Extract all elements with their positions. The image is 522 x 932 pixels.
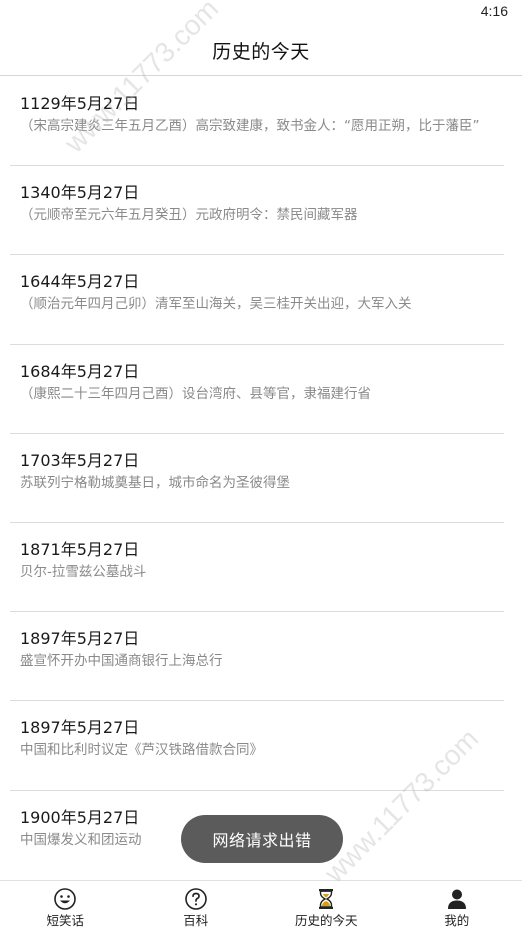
event-date: 1897年5月27日 [20, 629, 140, 649]
nav-item-jokes[interactable]: 短笑话 [0, 881, 131, 932]
event-description: （元顺帝至元六年五月癸丑）元政府明令：禁民间藏军器 [20, 207, 358, 224]
nav-label: 百科 [183, 913, 209, 928]
error-toast: 网络请求出错 [181, 815, 343, 863]
status-time: 4:16 [480, 3, 508, 19]
event-date: 1684年5月27日 [20, 361, 140, 381]
hourglass-icon [319, 889, 334, 909]
event-date: 1340年5月27日 [20, 183, 140, 203]
bottom-nav: 短笑话 百科 历史的今天 我的 [0, 880, 522, 932]
list-item[interactable]: 1871年5月27日 贝尔-拉雪兹公墓战斗 [0, 523, 522, 613]
list-item[interactable]: 1897年5月27日 盛宣怀开办中国通商银行上海总行 [0, 612, 522, 702]
page-title: 历史的今天 [212, 41, 310, 63]
event-description: 苏联列宁格勒城奠基日，城市命名为圣彼得堡 [20, 474, 290, 491]
nav-label: 我的 [444, 913, 470, 928]
event-description: 盛宣怀开办中国通商银行上海总行 [20, 653, 223, 670]
event-description: （顺治元年四月己卯）清军至山海关，吴三桂开关出迎，大军入关 [20, 296, 412, 313]
list-item[interactable]: 1703年5月27日 苏联列宁格勒城奠基日，城市命名为圣彼得堡 [0, 434, 522, 524]
status-bar: 4:16 [0, 0, 522, 26]
app-header: 历史的今天 [0, 26, 522, 76]
question-circle-icon [184, 888, 207, 910]
event-date: 1703年5月27日 [20, 450, 140, 470]
event-description: 贝尔-拉雪兹公墓战斗 [20, 563, 147, 580]
smiley-face-icon [54, 888, 77, 910]
list-item[interactable]: 1129年5月27日 （宋高宗建炎三年五月乙酉）高宗致建康，致书金人：“愿用正朔… [0, 77, 522, 167]
event-description: 中国和比利时议定《芦汉铁路借款合同》 [20, 742, 263, 759]
event-description: （康熙二十三年四月己酉）设台湾府、县等官，隶福建行省 [20, 385, 371, 402]
event-date: 1129年5月27日 [20, 94, 140, 113]
nav-item-mine[interactable]: 我的 [392, 881, 522, 932]
nav-item-encyclopedia[interactable]: 百科 [131, 881, 262, 932]
event-date: 1897年5月27日 [20, 718, 140, 738]
event-date: 1871年5月27日 [20, 539, 140, 559]
nav-label: 历史的今天 [294, 913, 358, 928]
person-icon [447, 889, 466, 909]
list-item[interactable]: 1684年5月27日 （康熙二十三年四月己酉）设台湾府、县等官，隶福建行省 [0, 345, 522, 434]
app-screen: 4:16 历史的今天 1129年5月27日 （宋高宗建炎三年五月乙酉）高宗致建康… [0, 0, 522, 932]
event-list: 1129年5月27日 （宋高宗建炎三年五月乙酉）高宗致建康，致书金人：“愿用正朔… [0, 77, 522, 880]
nav-item-history-today[interactable]: 历史的今天 [261, 881, 392, 932]
event-date: 1644年5月27日 [20, 272, 140, 292]
list-item[interactable]: 1644年5月27日 （顺治元年四月己卯）清军至山海关，吴三桂开关出迎，大军入关 [0, 255, 522, 345]
event-description: （宋高宗建炎三年五月乙酉）高宗致建康，致书金人：“愿用正朔，比于藩臣” [20, 118, 480, 134]
nav-label: 短笑话 [46, 913, 84, 928]
list-item[interactable]: 1340年5月27日 （元顺帝至元六年五月癸丑）元政府明令：禁民间藏军器 [0, 166, 522, 256]
list-item[interactable]: 1897年5月27日 中国和比利时议定《芦汉铁路借款合同》 [0, 701, 522, 791]
